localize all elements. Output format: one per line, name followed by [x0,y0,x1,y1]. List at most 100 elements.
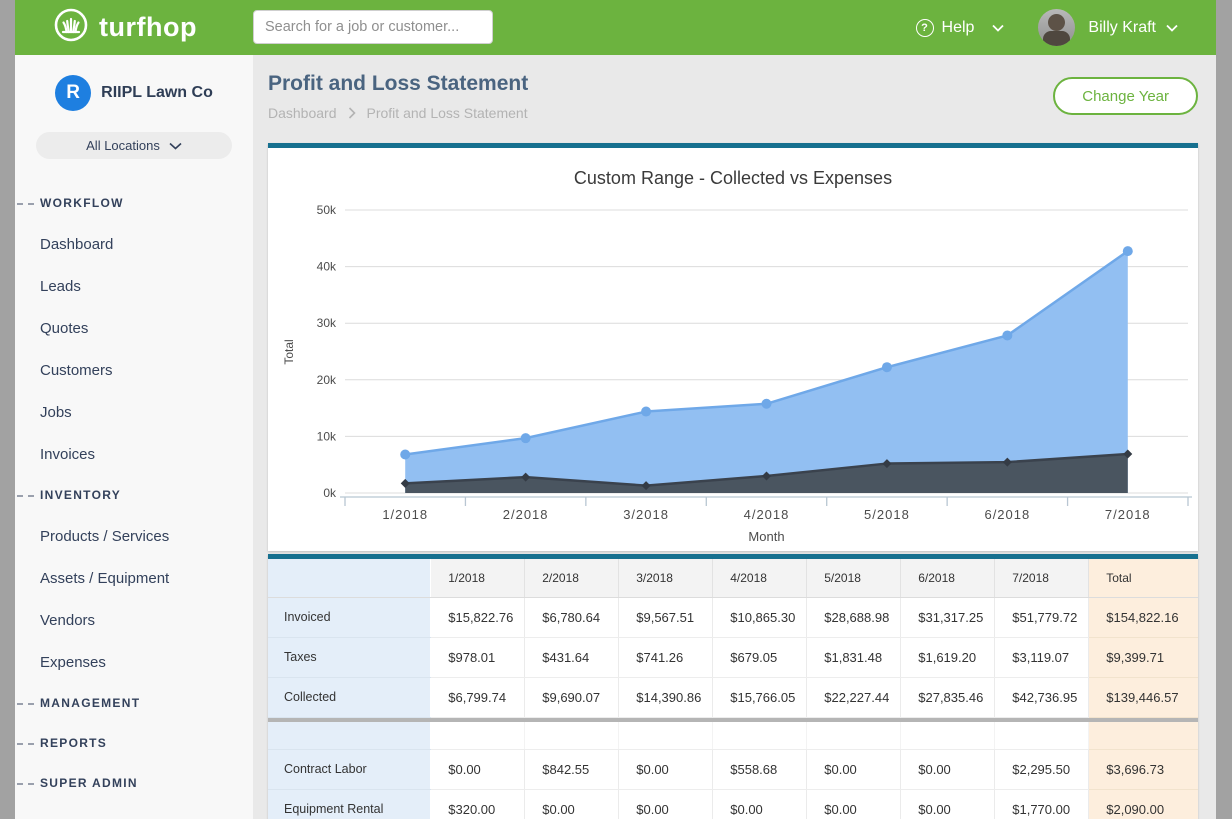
right-scrollbar-strip[interactable] [1216,0,1232,819]
help-menu[interactable]: ? Help [916,19,1005,37]
collected-point-5-2018[interactable] [882,362,892,372]
sidebar-item-leads[interactable]: Leads [15,265,253,307]
sidebar-item-invoices[interactable]: Invoices [15,433,253,475]
table-cell: $1,619.20 [901,637,995,677]
sidebar-item-expenses[interactable]: Expenses [15,641,253,683]
row-label: Equipment Rental [268,789,431,819]
table-header-row: 1/20182/20183/20184/20185/20186/20187/20… [268,559,1198,597]
row-label: Taxes [268,637,431,677]
y-tick-label: 20k [317,373,337,387]
company-logo: R [55,75,91,111]
collected-point-2-2018[interactable] [521,433,531,443]
user-name[interactable]: Billy Kraft [1088,19,1156,37]
table-cell: $0.00 [525,789,619,819]
search-input[interactable] [253,10,493,44]
help-label: Help [942,19,975,37]
sidebar-item-assets-equipment[interactable]: Assets / Equipment [15,557,253,599]
collected-point-1-2018[interactable] [400,450,410,460]
sidebar-item-vendors[interactable]: Vendors [15,599,253,641]
table-cell: $9,690.07 [525,677,619,717]
sidebar-item-products-services[interactable]: Products / Services [15,515,253,557]
company-header: R RIIPL Lawn Co [15,75,253,111]
x-tick-label: 1/2018 [382,507,428,522]
column-header-6-2018: 6/2018 [901,559,995,597]
user-avatar[interactable] [1038,9,1075,46]
collected-point-3-2018[interactable] [641,407,651,417]
column-header-1-2018: 1/2018 [431,559,525,597]
main-content: Profit and Loss Statement Dashboard Prof… [253,55,1216,819]
navbar-right: ? Help Billy Kraft [916,9,1178,46]
row-total: $154,822.16 [1089,597,1198,637]
table-cell: $0.00 [807,789,901,819]
table-cell: $15,822.76 [431,597,525,637]
table-cell: $0.00 [619,789,713,819]
y-axis-label: Total [282,339,296,364]
x-tick-label: 5/2018 [864,507,910,522]
collected-point-6-2018[interactable] [1002,330,1012,340]
table-cell: $320.00 [431,789,525,819]
change-year-button[interactable]: Change Year [1053,77,1198,115]
breadcrumb-dashboard[interactable]: Dashboard [268,105,337,121]
company-name: RIIPL Lawn Co [101,84,213,102]
sidebar-item-jobs[interactable]: Jobs [15,391,253,433]
table-cell: $978.01 [431,637,525,677]
table-cell: $0.00 [619,749,713,789]
table-cell: $10,865.30 [713,597,807,637]
x-axis-label: Month [748,529,784,544]
table-cell: $431.64 [525,637,619,677]
table-cell: $22,227.44 [807,677,901,717]
y-tick-label: 0k [323,486,337,500]
app-window: turfhop ? Help Billy Kraft R RIIPL Lawn … [15,0,1216,819]
sidebar-section-reports[interactable]: REPORTS [15,723,253,763]
table-cell: $51,779.72 [995,597,1089,637]
top-navbar: turfhop ? Help Billy Kraft [15,0,1216,55]
left-scrollbar-strip[interactable] [0,0,15,819]
chart-title: Custom Range - Collected vs Expenses [574,168,892,188]
collected-point-4-2018[interactable] [762,399,772,409]
table-cell: $6,780.64 [525,597,619,637]
location-selector[interactable]: All Locations [36,132,232,159]
sidebar: R RIIPL Lawn Co All Locations WORKFLOWDa… [15,55,253,819]
column-header-2-2018: 2/2018 [525,559,619,597]
table-row-collected: Collected$6,799.74$9,690.07$14,390.86$15… [268,677,1198,717]
y-tick-label: 30k [317,316,337,330]
breadcrumb-chevron-icon [348,107,356,119]
turfhop-brand[interactable]: turfhop [53,7,197,48]
table-cell: $741.26 [619,637,713,677]
column-header-7-2018: 7/2018 [995,559,1089,597]
help-chevron-down-icon [992,24,1004,32]
table-cell: $28,688.98 [807,597,901,637]
row-label: Invoiced [268,597,431,637]
sidebar-section-inventory[interactable]: INVENTORY [15,475,253,515]
table-cell: $42,736.95 [995,677,1089,717]
table-cell: $6,799.74 [431,677,525,717]
table-cell: $558.68 [713,749,807,789]
sidebar-item-quotes[interactable]: Quotes [15,307,253,349]
user-chevron-down-icon[interactable] [1166,24,1178,32]
sidebar-section-super-admin[interactable]: SUPER ADMIN [15,763,253,803]
row-total: $139,446.57 [1089,677,1198,717]
table-cell: $2,295.50 [995,749,1089,789]
chart-card: Custom Range - Collected vs Expenses 0k 10… [268,143,1198,551]
collected-point-7-2018[interactable] [1123,246,1133,256]
sidebar-item-customers[interactable]: Customers [15,349,253,391]
turfhop-logo-icon [53,7,89,48]
sidebar-item-dashboard[interactable]: Dashboard [15,223,253,265]
profit-loss-chart: Custom Range - Collected vs Expenses 0k 10… [268,148,1198,551]
table-row-taxes: Taxes$978.01$431.64$741.26$679.05$1,831.… [268,637,1198,677]
x-tick-label: 6/2018 [984,507,1030,522]
sidebar-nav: WORKFLOWDashboardLeadsQuotesCustomersJob… [15,183,253,803]
sidebar-section-workflow[interactable]: WORKFLOW [15,183,253,223]
table-cell: $0.00 [807,749,901,789]
column-header-blank [268,559,431,597]
sidebar-section-management[interactable]: MANAGEMENT [15,683,253,723]
y-tick-label: 10k [317,429,337,443]
x-tick-label: 3/2018 [623,507,669,522]
table-cell: $0.00 [713,789,807,819]
table-row-invoiced: Invoiced$15,822.76$6,780.64$9,567.51$10,… [268,597,1198,637]
help-icon: ? [916,19,934,37]
table-cell: $27,835.46 [901,677,995,717]
page-header: Profit and Loss Statement Dashboard Prof… [268,55,1198,143]
collected-area-series [400,246,1133,493]
table-cell: $679.05 [713,637,807,677]
